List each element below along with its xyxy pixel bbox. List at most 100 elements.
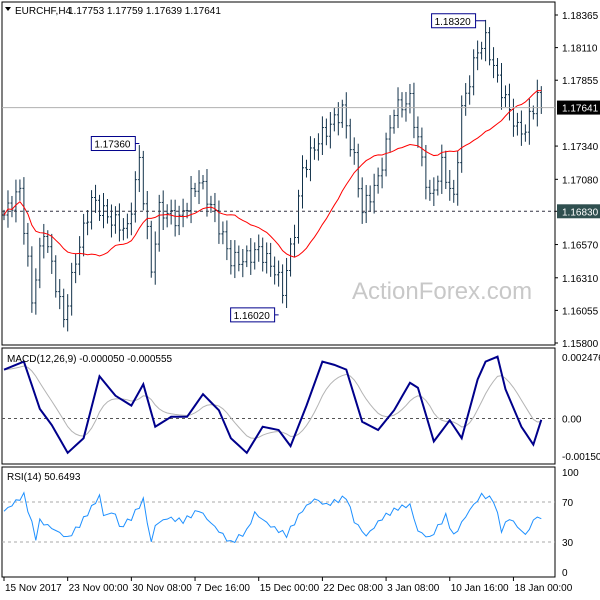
price-bar bbox=[523, 124, 527, 142]
price-bar bbox=[412, 82, 416, 139]
price-bar bbox=[448, 169, 452, 201]
price-bar bbox=[90, 190, 94, 230]
price-bar bbox=[503, 85, 507, 107]
price-bar bbox=[428, 179, 432, 201]
price-bar bbox=[432, 177, 436, 207]
price-bar bbox=[456, 151, 460, 206]
price-bar bbox=[316, 133, 320, 161]
time-axis-label: 18 Jan 00:00 bbox=[514, 583, 572, 594]
price-bar bbox=[241, 249, 245, 278]
price-bar bbox=[301, 155, 304, 209]
price-bar bbox=[511, 98, 515, 137]
rsi-axis-label: 30 bbox=[562, 538, 574, 549]
price-bar bbox=[82, 213, 86, 257]
price-bar bbox=[193, 182, 197, 198]
rsi-panel-frame bbox=[1, 466, 556, 578]
price-bar bbox=[416, 116, 420, 148]
price-bar bbox=[141, 150, 145, 211]
price-annotation: 1.16020 bbox=[230, 307, 279, 323]
price-bar bbox=[392, 109, 396, 134]
price-bar bbox=[500, 63, 503, 110]
price-bar bbox=[42, 223, 46, 259]
time-axis-label: 22 Dec 08:00 bbox=[323, 583, 383, 594]
price-bar bbox=[364, 184, 368, 224]
watermark: ActionForex.com bbox=[352, 278, 532, 305]
price-bar bbox=[460, 95, 464, 173]
price-bar bbox=[507, 83, 511, 121]
collapse-triangle-icon[interactable] bbox=[5, 7, 11, 11]
price-bar bbox=[404, 91, 408, 122]
price-bar bbox=[376, 167, 380, 194]
time-axis-label: 3 Jan 08:00 bbox=[387, 583, 440, 594]
price-bar bbox=[515, 112, 519, 136]
time-axis-label: 23 Nov 00:00 bbox=[69, 583, 129, 594]
price-bar bbox=[201, 174, 205, 190]
price-bar bbox=[269, 242, 273, 277]
price-bar bbox=[113, 206, 117, 234]
level-tag: 1.16830 bbox=[562, 207, 599, 218]
price-bar bbox=[145, 190, 149, 240]
price-axis-label: 1.18365 bbox=[562, 11, 599, 22]
macd-axis-label: -0.001507 bbox=[562, 452, 600, 463]
price-bar bbox=[261, 237, 265, 272]
price-axis-label: 1.16055 bbox=[562, 306, 599, 317]
price-bar bbox=[436, 175, 440, 196]
price-bar bbox=[62, 288, 66, 328]
price-bar bbox=[320, 116, 324, 156]
price-bar bbox=[173, 199, 177, 237]
price-bar bbox=[125, 213, 129, 239]
price-bar bbox=[109, 204, 113, 238]
rsi-line bbox=[3, 491, 542, 544]
price-bar bbox=[209, 195, 213, 213]
price-bar bbox=[297, 189, 301, 244]
price-bar bbox=[352, 137, 356, 165]
rsi-axis-label: 70 bbox=[562, 498, 574, 509]
price-bar bbox=[484, 19, 488, 62]
price-bar bbox=[245, 245, 249, 268]
price-bar bbox=[169, 199, 173, 225]
price-bar bbox=[237, 245, 241, 272]
price-bar bbox=[344, 92, 348, 139]
price-bar bbox=[388, 115, 392, 152]
price-axis-label: 1.16570 bbox=[562, 241, 599, 252]
macd-title: MACD(12,26,9) -0.000050 -0.000555 bbox=[7, 354, 173, 365]
price-bar bbox=[372, 173, 376, 214]
price-bar bbox=[519, 110, 523, 146]
macd-axis-label: 0.00 bbox=[562, 415, 582, 426]
price-bar bbox=[492, 47, 496, 79]
price-bar bbox=[58, 279, 62, 310]
price-axis-label: 1.16310 bbox=[562, 274, 599, 285]
price-bar bbox=[133, 171, 137, 223]
price-bar bbox=[98, 194, 102, 221]
price-bar bbox=[535, 79, 539, 127]
price-bar bbox=[444, 150, 448, 190]
price-annotation: 1.17360 bbox=[90, 136, 140, 152]
price-bar bbox=[38, 237, 42, 289]
price-bar bbox=[360, 177, 364, 224]
time-axis-label: 15 Dec 00:00 bbox=[260, 583, 320, 594]
chart-ohlc: 1.17753 1.17759 1.17639 1.17641 bbox=[68, 6, 221, 17]
price-bar bbox=[50, 233, 54, 274]
price-bar bbox=[102, 193, 105, 229]
price-bar bbox=[161, 190, 165, 230]
price-bar bbox=[527, 98, 531, 145]
price-bar bbox=[26, 222, 30, 267]
price-bar bbox=[197, 170, 201, 205]
price-bar bbox=[14, 179, 18, 223]
price-bar bbox=[94, 184, 98, 213]
price-bar bbox=[129, 202, 133, 236]
price-bar bbox=[476, 40, 480, 71]
rsi-axis-label: 100 bbox=[562, 468, 579, 479]
price-bar bbox=[496, 57, 500, 83]
price-bar bbox=[265, 242, 269, 274]
price-bar bbox=[472, 49, 476, 96]
price-bar bbox=[384, 132, 388, 177]
chart-window: ActionForex.com 1.18320 1.17360 1.16020 1.1… bbox=[1, 1, 600, 594]
macd-panel-frame bbox=[1, 347, 556, 465]
price-bar bbox=[464, 83, 468, 116]
price-bar bbox=[424, 144, 428, 200]
price-bar bbox=[205, 169, 209, 217]
price-bar bbox=[10, 195, 14, 218]
price-bar bbox=[165, 204, 169, 228]
price-bar bbox=[420, 127, 424, 167]
